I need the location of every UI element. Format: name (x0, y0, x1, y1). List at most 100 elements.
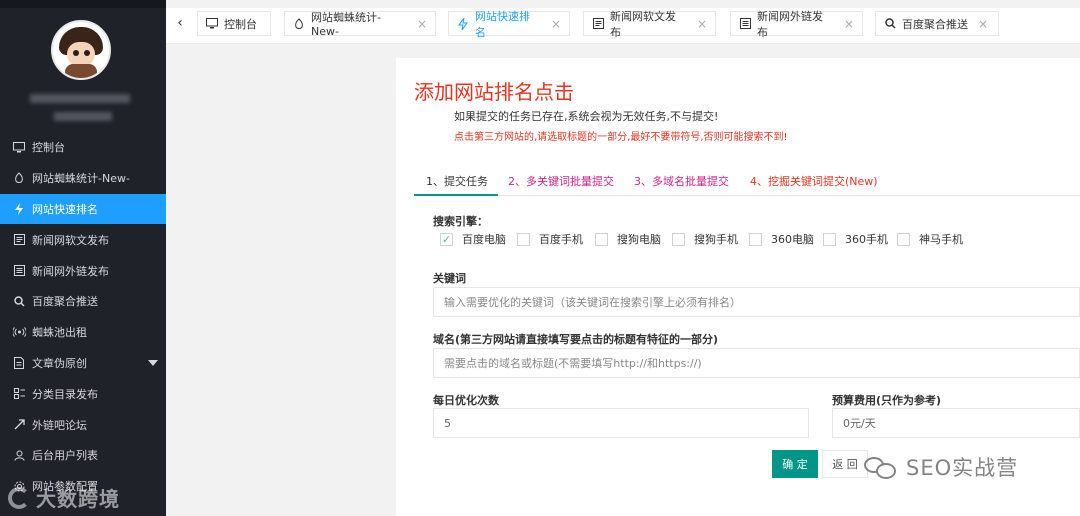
wechat-icon (864, 455, 898, 479)
tab-label: 新闻网软文发布 (610, 9, 676, 39)
share-icon (12, 418, 26, 432)
monitor-icon (12, 140, 26, 154)
sidebar-item-baidu-push[interactable]: 百度聚合推送 (0, 286, 166, 317)
sidebar-item-news-article[interactable]: 新闻网软文发布 (0, 224, 166, 255)
close-icon[interactable]: × (844, 17, 854, 31)
sidebar-item-forum[interactable]: 外链吧论坛 (0, 409, 166, 440)
sidebar: 控制台 网站蜘蛛统计-New- 网站快速排名 新闻网软文发布 新闻网外链发布 百… (0, 0, 166, 516)
page-title: 添加网站排名点击 (414, 80, 574, 104)
tab-label: 百度聚合推送 (902, 17, 968, 31)
close-icon[interactable]: × (551, 17, 561, 31)
engine-sogou-mobile[interactable]: 搜狗手机 (672, 231, 738, 247)
domain-input[interactable]: 需要点击的域名或标题(不需要填写http://和https://) (433, 348, 1080, 378)
user-icon (12, 448, 26, 462)
sidebar-item-news-link[interactable]: 新闻网外链发布 (0, 255, 166, 286)
lightning-icon (457, 17, 469, 30)
checkbox-icon[interactable] (749, 232, 762, 246)
sidebar-item-label: 分类目录发布 (32, 387, 98, 401)
chevron-down-icon[interactable] (148, 359, 158, 366)
sidebar-menu: 控制台 网站蜘蛛统计-New- 网站快速排名 新闻网软文发布 新闻网外链发布 百… (0, 132, 166, 502)
tab-fast-rank[interactable]: 网站快速排名 × (448, 10, 570, 39)
engine-sogou-pc[interactable]: 搜狗电脑 (595, 231, 661, 247)
checkbox-icon[interactable] (517, 232, 530, 246)
sidebar-item-console[interactable]: 控制台 (0, 132, 166, 163)
spider-icon (12, 171, 26, 185)
engine-baidu-mobile[interactable]: 百度手机 (517, 231, 583, 247)
sidebar-item-spider-pool[interactable]: 蜘蛛池出租 (0, 317, 166, 348)
close-icon[interactable]: × (697, 17, 707, 31)
tab-scroll-left-icon[interactable]: ‹ (172, 14, 188, 32)
tab-console[interactable]: 控制台 (197, 11, 271, 36)
sidebar-item-label: 网站快速排名 (32, 202, 98, 216)
engine-360-mobile[interactable]: 360手机 (823, 231, 888, 247)
newspaper-icon (12, 233, 26, 247)
sidebar-item-label: 百度聚合推送 (32, 295, 98, 309)
username-blurred (22, 92, 140, 124)
category-icon (12, 387, 26, 401)
seo-watermark: SEO实战营 (864, 452, 1018, 482)
tab-label: 控制台 (224, 17, 257, 31)
form-subtabs: 1、提交任务 2、多关键词批量提交 3、多域名批量提交 4、挖掘关键词提交(Ne… (414, 166, 1080, 196)
tab-label: 新闻网外链发布 (757, 9, 823, 39)
list-icon (12, 264, 26, 278)
checkbox-icon[interactable] (823, 232, 836, 246)
budget-label: 预算费用(只作为参考) (832, 394, 942, 407)
sidebar-item-label: 外链吧论坛 (32, 418, 87, 432)
sidebar-item-label: 网站蜘蛛统计-New- (32, 172, 130, 186)
notice-duplicate-task: 如果提交的任务已存在,系统会视为无效任务,不与提交! (454, 110, 719, 123)
keyword-label: 关键词 (433, 272, 466, 285)
engine-shenma-mobile[interactable]: 神马手机 (897, 231, 963, 247)
tab-label: 网站蜘蛛统计-New- (311, 11, 381, 38)
sidebar-item-user-list[interactable]: 后台用户列表 (0, 440, 166, 471)
subtab-multi-domain[interactable]: 3、多域名批量提交 (634, 173, 729, 189)
daily-count-label: 每日优化次数 (433, 394, 499, 407)
document-icon (12, 356, 26, 370)
tab-label: 网站快速排名 (474, 9, 530, 39)
brand-logo-icon (8, 486, 30, 509)
lightning-icon (12, 202, 26, 216)
monitor-icon (206, 18, 218, 30)
back-button[interactable]: 返 回 (822, 450, 868, 478)
tab-news-link[interactable]: 新闻网外链发布 × (730, 10, 863, 39)
sidebar-item-label: 文章伪原创 (32, 356, 87, 370)
checkbox-checked-icon[interactable]: ✓ (440, 232, 453, 246)
keyword-input[interactable]: 输入需要优化的关键词（该关键词在搜索引擎上必须有排名） (433, 287, 1080, 317)
sidebar-item-spider-stats[interactable]: 网站蜘蛛统计-New- (0, 163, 166, 194)
sidebar-item-fast-rank[interactable]: 网站快速排名 (0, 193, 166, 225)
checkbox-icon[interactable] (595, 232, 608, 246)
sidebar-item-directory[interactable]: 分类目录发布 (0, 378, 166, 409)
subtab-submit-task[interactable]: 1、提交任务 (426, 173, 488, 189)
tab-news-article[interactable]: 新闻网软文发布 × (583, 10, 716, 39)
brand-watermark: 大数跨境 (8, 483, 120, 512)
close-icon[interactable]: × (978, 17, 988, 31)
sidebar-item-label: 后台用户列表 (32, 449, 98, 463)
spider-icon (293, 17, 305, 30)
engine-baidu-pc[interactable]: ✓ 百度电脑 (440, 231, 506, 247)
close-icon[interactable]: × (417, 17, 427, 31)
sidebar-item-label: 蜘蛛池出租 (32, 326, 87, 340)
brand-watermark-text: 大数跨境 (36, 487, 120, 511)
search-icon (884, 18, 896, 30)
sidebar-item-label: 新闻网软文发布 (32, 233, 109, 247)
checkbox-icon[interactable] (897, 232, 910, 246)
subtab-mine-keyword[interactable]: 4、挖掘关键词提交(New) (750, 173, 878, 189)
engine-options: ✓ 百度电脑 百度手机 搜狗电脑 搜狗手机 360电脑 360手机 神马手机 (440, 231, 1080, 249)
daily-count-input[interactable]: 5 (433, 408, 809, 438)
confirm-button[interactable]: 确 定 (772, 450, 818, 478)
active-subtab-indicator (414, 194, 498, 196)
budget-input[interactable]: 0元/天 (832, 408, 1080, 438)
engine-label: 搜索引擎： (433, 215, 488, 228)
tab-spider-stats[interactable]: 网站蜘蛛统计-New- × (284, 11, 436, 38)
tab-bar: ‹ 控制台 网站蜘蛛统计-New- × 网站快速排名 × 新闻网软文发布 × 新… (166, 0, 1080, 44)
list-icon (739, 18, 751, 30)
seo-watermark-text: SEO实战营 (906, 456, 1019, 480)
checkbox-icon[interactable] (672, 232, 685, 246)
main-content: 添加网站排名点击 如果提交的任务已存在,系统会视为无效任务,不与提交! 点击第三… (396, 58, 1080, 516)
tab-baidu-push[interactable]: 百度聚合推送 × (875, 11, 999, 36)
engine-360-pc[interactable]: 360电脑 (749, 231, 814, 247)
broadcast-icon (12, 325, 26, 339)
avatar[interactable] (51, 20, 111, 80)
search-icon (12, 294, 26, 308)
sidebar-item-pseudo-original[interactable]: 文章伪原创 (0, 348, 166, 379)
subtab-multi-keyword[interactable]: 2、多关键词批量提交 (508, 173, 614, 189)
